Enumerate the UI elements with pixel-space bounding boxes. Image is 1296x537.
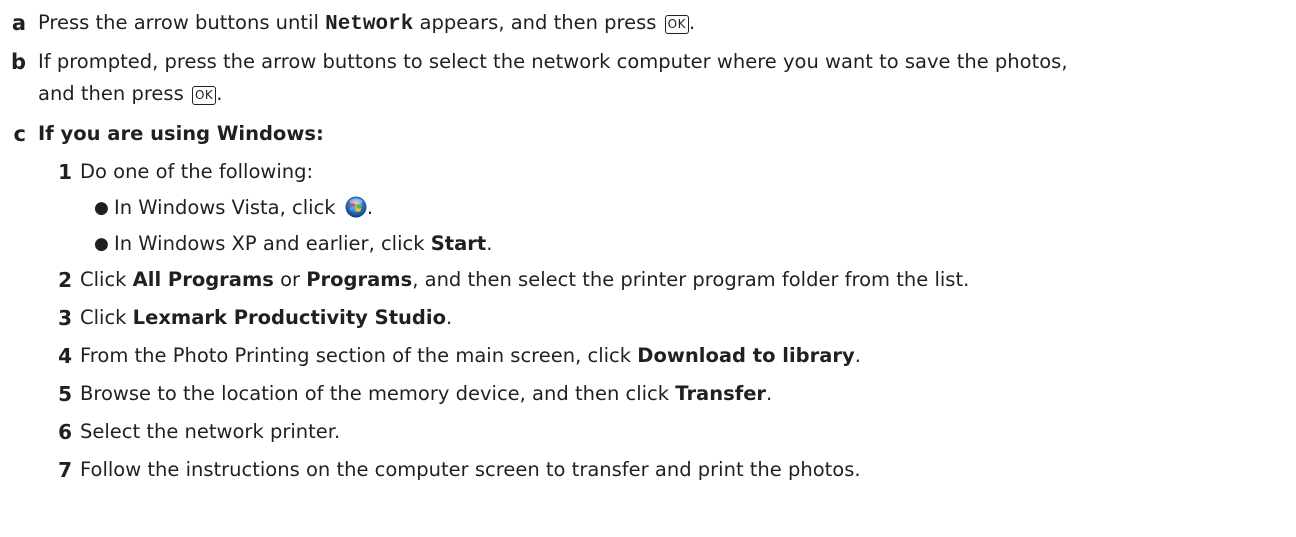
substep-text: Do one of the following: (80, 160, 314, 183)
substep-text: Follow the instructions on the computer … (80, 458, 861, 481)
bullet-icon: ● (94, 234, 109, 254)
substep-text: From the Photo Printing section of the m… (80, 344, 861, 367)
bold-term: Transfer (675, 382, 767, 405)
substep-number: 5 (58, 382, 72, 406)
step-letter: b (10, 50, 26, 74)
bullet-text: In Windows Vista, click . (114, 196, 374, 219)
step-text-line1: If prompted, press the arrow buttons to … (38, 50, 1068, 73)
bold-term: Start (430, 232, 487, 255)
substep-number: 1 (58, 160, 72, 184)
ok-key-icon: OK (191, 86, 217, 105)
substep-text: Browse to the location of the memory dev… (80, 382, 773, 405)
code-text: Network (325, 13, 414, 36)
substep-text: Click All Programs or Programs, and then… (80, 268, 970, 291)
step-text-line2: and then press OK. (38, 82, 223, 105)
bullet-icon: ● (94, 198, 109, 218)
bold-term: Download to library (637, 344, 855, 367)
ok-key-icon: OK (664, 15, 689, 34)
substep-number: 6 (58, 420, 72, 444)
bold-term: All Programs (132, 268, 274, 291)
substep-number: 4 (58, 344, 72, 368)
substep-number: 3 (58, 306, 72, 330)
substep-text: Select the network printer. (80, 420, 341, 443)
substep-number: 7 (58, 458, 72, 482)
step-letter: c (13, 122, 26, 146)
substep-number: 2 (58, 268, 72, 292)
windows-start-orb-icon (345, 196, 367, 218)
bold-term: Lexmark Productivity Studio (132, 306, 446, 329)
step-c-heading: If you are using Windows: (38, 122, 324, 145)
step-letter: a (11, 11, 26, 35)
bullet-text: In Windows XP and earlier, click Start. (114, 232, 493, 255)
step-text: Press the arrow buttons until Network ap… (38, 11, 696, 36)
bold-term: Programs (306, 268, 413, 291)
substep-text: Click Lexmark Productivity Studio. (80, 306, 453, 329)
